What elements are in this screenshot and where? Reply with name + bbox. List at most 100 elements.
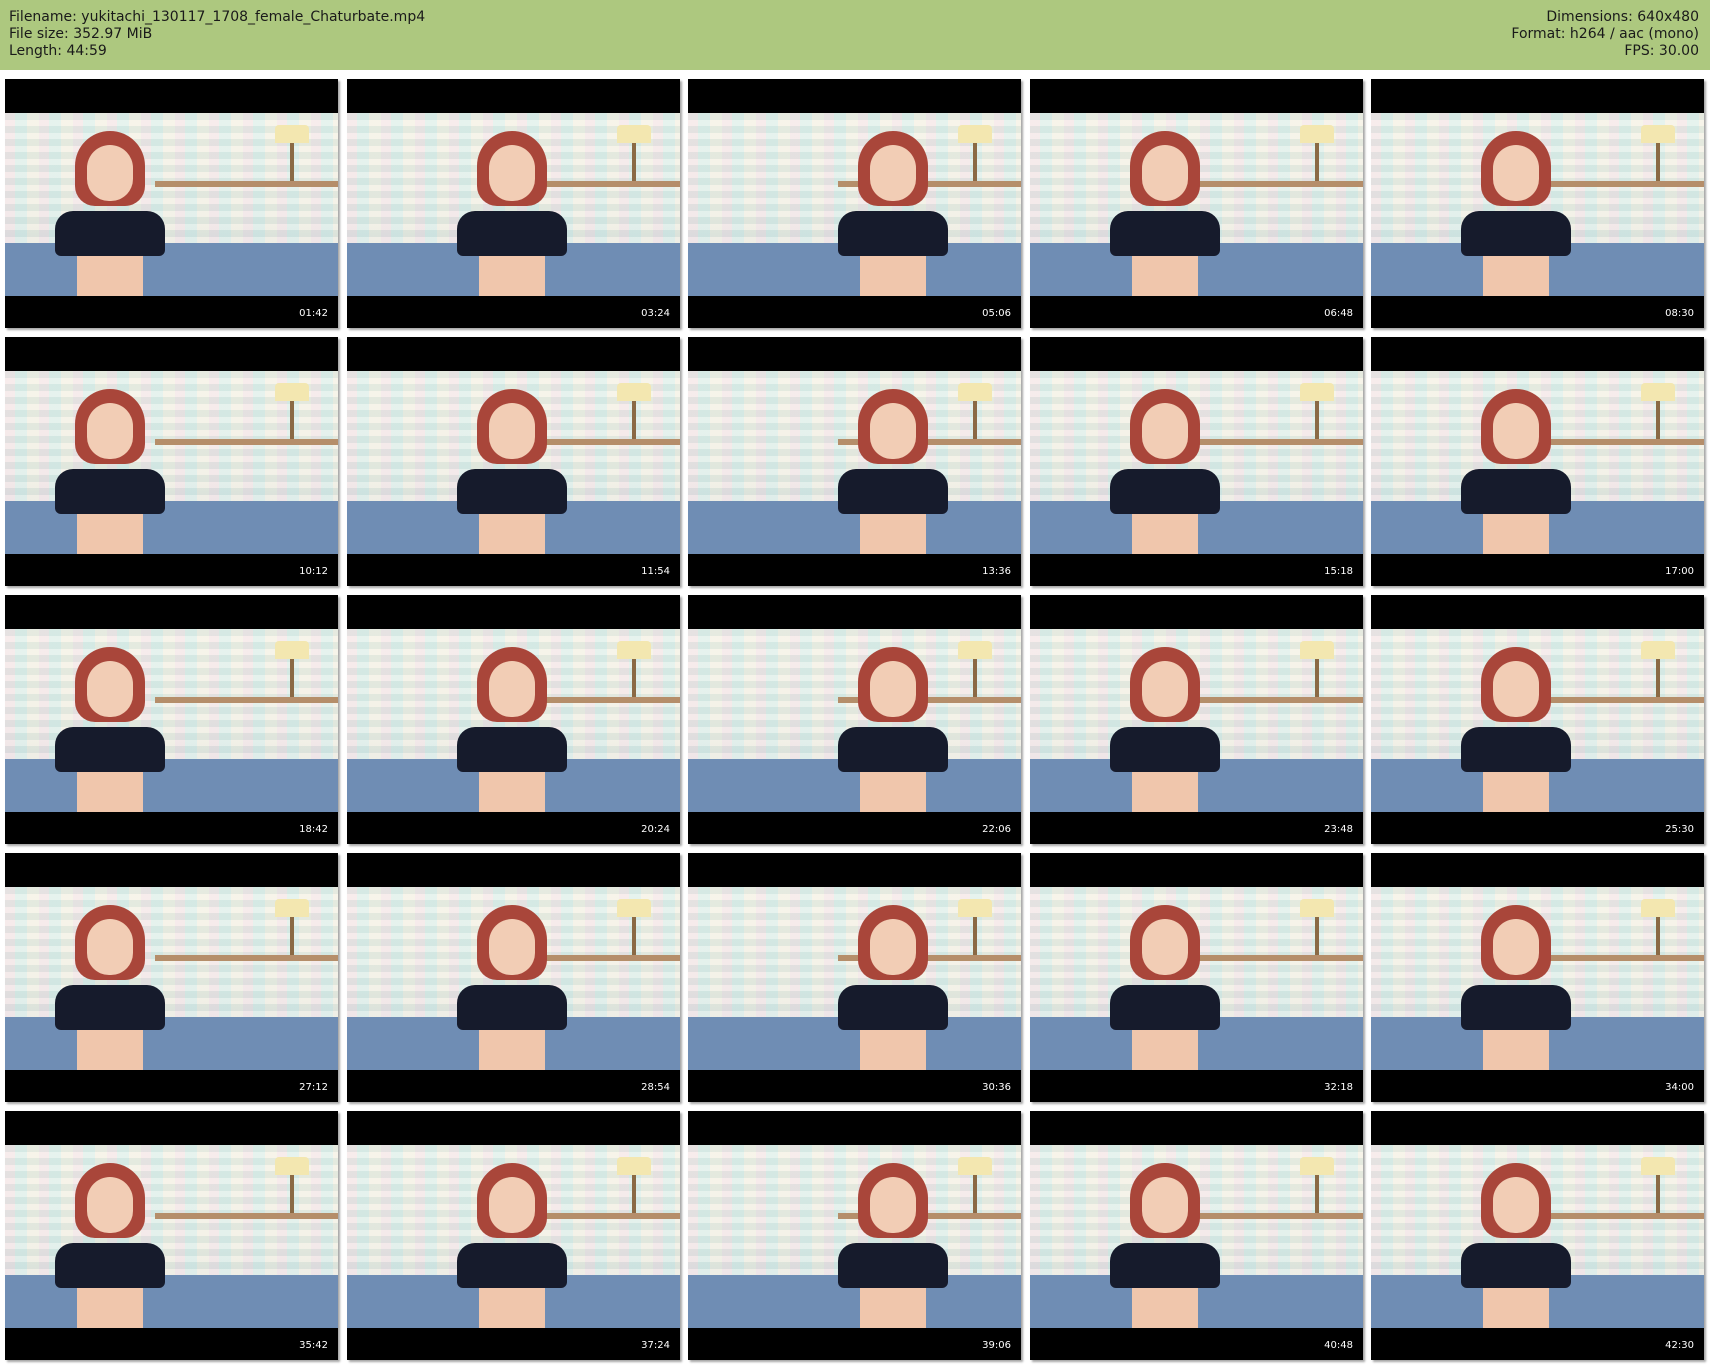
figure-top	[838, 1243, 948, 1288]
figure-face	[87, 919, 133, 975]
figure-top	[838, 469, 948, 514]
figure-top	[838, 727, 948, 772]
figure-skin	[1483, 256, 1549, 296]
timestamp-label: 42:30	[1665, 1340, 1694, 1351]
timestamp-label: 27:12	[299, 1082, 328, 1093]
person-figure	[55, 905, 165, 1070]
figure-top	[1110, 1243, 1220, 1288]
video-frame	[5, 629, 338, 812]
video-thumbnail: 13:36	[688, 337, 1021, 586]
lamp-shade	[617, 125, 651, 143]
video-frame	[5, 1145, 338, 1328]
video-thumbnail: 20:24	[347, 595, 680, 844]
figure-skin	[77, 514, 143, 554]
lamp-shade	[1300, 641, 1334, 659]
video-frame	[688, 113, 1021, 296]
figure-skin	[1132, 514, 1198, 554]
lamp-shade	[617, 641, 651, 659]
lamp-shade	[1300, 899, 1334, 917]
lamp-stem	[973, 143, 977, 181]
video-thumbnail: 40:48	[1030, 1111, 1363, 1360]
figure-top	[457, 727, 567, 772]
lamp-shade	[1641, 125, 1675, 143]
figure-top	[55, 985, 165, 1030]
figure-skin	[1132, 1030, 1198, 1070]
figure-skin	[479, 1030, 545, 1070]
person-figure	[55, 131, 165, 296]
figure-face	[87, 145, 133, 201]
lamp-stem	[290, 401, 294, 439]
timestamp-label: 18:42	[299, 824, 328, 835]
figure-skin	[77, 1288, 143, 1328]
figure-top	[457, 211, 567, 256]
person-figure	[838, 1163, 948, 1328]
lamp-stem	[973, 917, 977, 955]
timestamp-label: 39:06	[982, 1340, 1011, 1351]
person-figure	[1110, 905, 1220, 1070]
figure-top	[55, 1243, 165, 1288]
timestamp-label: 30:36	[982, 1082, 1011, 1093]
video-thumbnail: 23:48	[1030, 595, 1363, 844]
figure-skin	[77, 772, 143, 812]
person-figure	[1110, 389, 1220, 554]
video-frame	[5, 113, 338, 296]
file-size-label: File size: 352.97 MiB	[9, 26, 153, 42]
video-frame	[1371, 371, 1704, 554]
figure-skin	[479, 256, 545, 296]
video-thumbnail: 03:24	[347, 79, 680, 328]
figure-skin	[1483, 1030, 1549, 1070]
person-figure	[1110, 647, 1220, 812]
lamp-stem	[290, 659, 294, 697]
lamp-stem	[632, 659, 636, 697]
timestamp-label: 05:06	[982, 308, 1011, 319]
person-figure	[457, 131, 567, 296]
lamp-stem	[632, 917, 636, 955]
timestamp-label: 25:30	[1665, 824, 1694, 835]
video-thumbnail: 08:30	[1371, 79, 1704, 328]
figure-skin	[860, 1288, 926, 1328]
shelf	[155, 1213, 338, 1219]
video-thumbnail: 35:42	[5, 1111, 338, 1360]
video-frame	[1030, 887, 1363, 1070]
length-label: Length: 44:59	[9, 43, 107, 59]
video-frame	[688, 629, 1021, 812]
video-frame	[1030, 629, 1363, 812]
shelf	[155, 439, 338, 445]
figure-face	[870, 661, 916, 717]
video-thumbnail: 32:18	[1030, 853, 1363, 1102]
person-figure	[55, 1163, 165, 1328]
figure-face	[489, 661, 535, 717]
lamp-shade	[1300, 125, 1334, 143]
video-thumbnail: 10:12	[5, 337, 338, 586]
lamp-shade	[958, 641, 992, 659]
person-figure	[1110, 131, 1220, 296]
figure-top	[1110, 727, 1220, 772]
timestamp-label: 22:06	[982, 824, 1011, 835]
lamp-stem	[1315, 143, 1319, 181]
lamp-stem	[1656, 917, 1660, 955]
lamp-stem	[290, 917, 294, 955]
video-frame	[1371, 1145, 1704, 1328]
video-thumbnail: 22:06	[688, 595, 1021, 844]
timestamp-label: 20:24	[641, 824, 670, 835]
video-thumbnail: 06:48	[1030, 79, 1363, 328]
figure-skin	[77, 256, 143, 296]
file-info: Filename: yukitachi_130117_1708_female_C…	[9, 9, 425, 60]
figure-face	[87, 403, 133, 459]
lamp-shade	[617, 1157, 651, 1175]
person-figure	[457, 1163, 567, 1328]
figure-skin	[1483, 1288, 1549, 1328]
lamp-stem	[1315, 917, 1319, 955]
figure-face	[1493, 403, 1539, 459]
timestamp-label: 28:54	[641, 1082, 670, 1093]
figure-top	[457, 469, 567, 514]
video-frame	[1030, 1145, 1363, 1328]
figure-top	[55, 469, 165, 514]
lamp-stem	[973, 1175, 977, 1213]
person-figure	[55, 647, 165, 812]
video-frame	[1371, 629, 1704, 812]
video-frame	[5, 887, 338, 1070]
figure-face	[1493, 919, 1539, 975]
fps-label: FPS: 30.00	[1624, 43, 1699, 59]
video-frame	[688, 887, 1021, 1070]
